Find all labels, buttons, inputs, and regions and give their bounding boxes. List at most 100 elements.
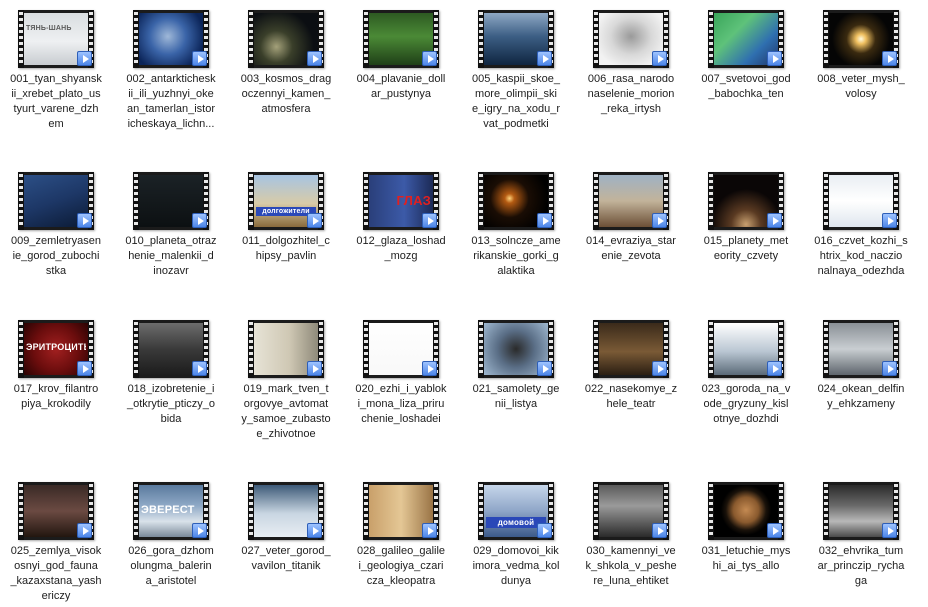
video-play-icon — [537, 51, 552, 66]
file-name-label: 019_mark_tven_t orgovye_avtomat y_samoe_zu… — [230, 382, 342, 442]
file-name-line: nalnaya_odezhda — [817, 265, 905, 277]
video-thumbnail[interactable] — [708, 172, 784, 230]
file-name-line: piya_krokodily — [21, 398, 91, 410]
video-thumbnail[interactable] — [18, 172, 94, 230]
video-play-icon — [422, 51, 437, 66]
video-thumbnail[interactable] — [478, 10, 554, 68]
film-strip-left — [18, 320, 24, 378]
film-strip-left — [708, 172, 714, 230]
file-name-line: ar_pustynya — [371, 88, 431, 100]
film-strip-left — [363, 10, 369, 68]
video-thumbnail[interactable] — [133, 172, 209, 230]
file-name-line: imora_vedma_kol — [472, 560, 560, 572]
file-name-line: henie_malenkii_d — [128, 250, 214, 262]
video-thumbnail[interactable] — [133, 10, 209, 68]
video-thumbnail[interactable] — [593, 482, 669, 540]
file-name-line: naselenie_morion — [587, 88, 675, 100]
video-thumbnail[interactable]: ЭВЕРЕСТ — [133, 482, 209, 540]
file-name-label: 021_samolety_ge nii_listya — [460, 382, 572, 412]
video-thumbnail[interactable] — [248, 10, 324, 68]
video-thumbnail[interactable] — [593, 320, 669, 378]
video-play-icon — [652, 523, 667, 538]
film-strip-left — [363, 482, 369, 540]
file-name-line: enie_zevota — [601, 250, 661, 262]
video-play-icon — [77, 523, 92, 538]
file-name-line: htrix_kod_naczio — [819, 250, 903, 262]
film-strip-left — [248, 482, 254, 540]
video-thumbnail[interactable] — [478, 172, 554, 230]
file-name-line: 014_evraziya_star — [586, 235, 676, 247]
film-strip-left — [363, 172, 369, 230]
video-thumbnail[interactable]: ЭРИТРОЦИТЫ — [18, 320, 94, 378]
video-thumbnail[interactable] — [363, 482, 439, 540]
video-thumbnail[interactable]: долгожители — [248, 172, 324, 230]
video-play-icon — [307, 361, 322, 376]
file-name-line: stka — [45, 265, 67, 277]
file-name-line: 025_zemlya_visok — [10, 545, 102, 557]
file-name-label: 001_tyan_shyansk ii_xrebet_plato_us tyurt_… — [0, 72, 112, 132]
file-name-label: 008_veter_mysh_ volosy — [805, 72, 917, 102]
file-name-label: 013_solncze_ame rikanskie_gorki_g alaktika — [460, 234, 572, 279]
file-name-line: e_igry_na_xodu_r — [471, 103, 561, 115]
video-thumbnail[interactable]: домовой — [478, 482, 554, 540]
file-name-label: 014_evraziya_star enie_zevota — [575, 234, 687, 264]
file-name-line: 003_kosmos_drag — [240, 73, 332, 85]
file-name-line: k_shkola_v_peshe — [585, 560, 677, 572]
file-name-line: osnyi_god_fauna — [14, 560, 98, 572]
video-play-icon — [537, 213, 552, 228]
file-name-line: nii_listya — [494, 398, 538, 410]
video-thumbnail[interactable] — [133, 320, 209, 378]
file-name-line: y_ehkzameny — [827, 398, 895, 410]
file-name-line: hipsy_pavlin — [255, 250, 317, 262]
video-thumbnail[interactable]: ТЯНЬ-ШАНЬ — [18, 10, 94, 68]
video-play-icon — [767, 523, 782, 538]
file-name-line: 007_svetovoi_god — [701, 73, 791, 85]
file-name-label: 016_czvet_kozhi_s htrix_kod_naczio nalnaya… — [805, 234, 917, 279]
video-play-icon — [882, 361, 897, 376]
video-play-icon — [192, 213, 207, 228]
file-name-line: _kazaxstana_yash — [10, 575, 102, 587]
video-thumbnail[interactable] — [593, 172, 669, 230]
file-name-label: 015_planety_met eority_czvety — [690, 234, 802, 264]
file-name-line: 019_mark_tven_t — [243, 383, 329, 395]
file-name-label: 011_dolgozhitel_c hipsy_pavlin — [230, 234, 342, 264]
video-play-icon — [422, 213, 437, 228]
film-strip-left — [708, 482, 714, 540]
video-thumbnail[interactable] — [823, 172, 899, 230]
file-name-label: 005_kaspii_skoe_ more_olimpii_ski e_igry_n… — [460, 72, 572, 132]
file-name-line: 023_goroda_na_v — [701, 383, 791, 395]
file-name-line: more_olimpii_ski — [475, 88, 557, 100]
video-thumbnail[interactable] — [708, 482, 784, 540]
video-thumbnail[interactable] — [248, 320, 324, 378]
file-name-line: oczennyi_kamen_ — [241, 88, 331, 100]
film-strip-left — [708, 10, 714, 68]
file-name-line: a_aristotel — [145, 575, 197, 587]
file-name-label: 009_zemletryasen ie_gorod_zubochi stka — [0, 234, 112, 279]
file-name-label: 031_letuchie_mys hi_ai_tys_allo — [690, 544, 802, 574]
file-name-line: volosy — [845, 88, 877, 100]
file-name-line: _reka_irtysh — [601, 103, 661, 115]
video-thumbnail[interactable] — [248, 482, 324, 540]
video-thumbnail[interactable] — [708, 320, 784, 378]
video-thumbnail[interactable] — [18, 482, 94, 540]
video-thumbnail[interactable] — [708, 10, 784, 68]
video-play-icon — [192, 51, 207, 66]
file-name-line: dunya — [501, 575, 531, 587]
video-thumbnail[interactable] — [478, 320, 554, 378]
video-thumbnail[interactable]: ГЛАЗ — [363, 172, 439, 230]
film-strip-left — [823, 10, 829, 68]
file-name-line: otnye_dozhdi — [713, 413, 779, 425]
file-name-line: hi_ai_tys_allo — [712, 560, 780, 572]
file-name-line: chenie_loshadei — [361, 413, 441, 425]
video-thumbnail[interactable] — [593, 10, 669, 68]
file-name-line: atmosfera — [261, 103, 311, 115]
video-thumbnail[interactable] — [823, 10, 899, 68]
video-play-icon — [882, 523, 897, 538]
video-thumbnail[interactable] — [823, 320, 899, 378]
video-thumbnail[interactable] — [823, 482, 899, 540]
video-thumbnail[interactable] — [363, 10, 439, 68]
file-name-label: 006_rasa_narodo naselenie_morion _reka_irt… — [575, 72, 687, 117]
film-strip-left — [478, 482, 484, 540]
video-thumbnail[interactable] — [363, 320, 439, 378]
film-strip-left — [363, 320, 369, 378]
